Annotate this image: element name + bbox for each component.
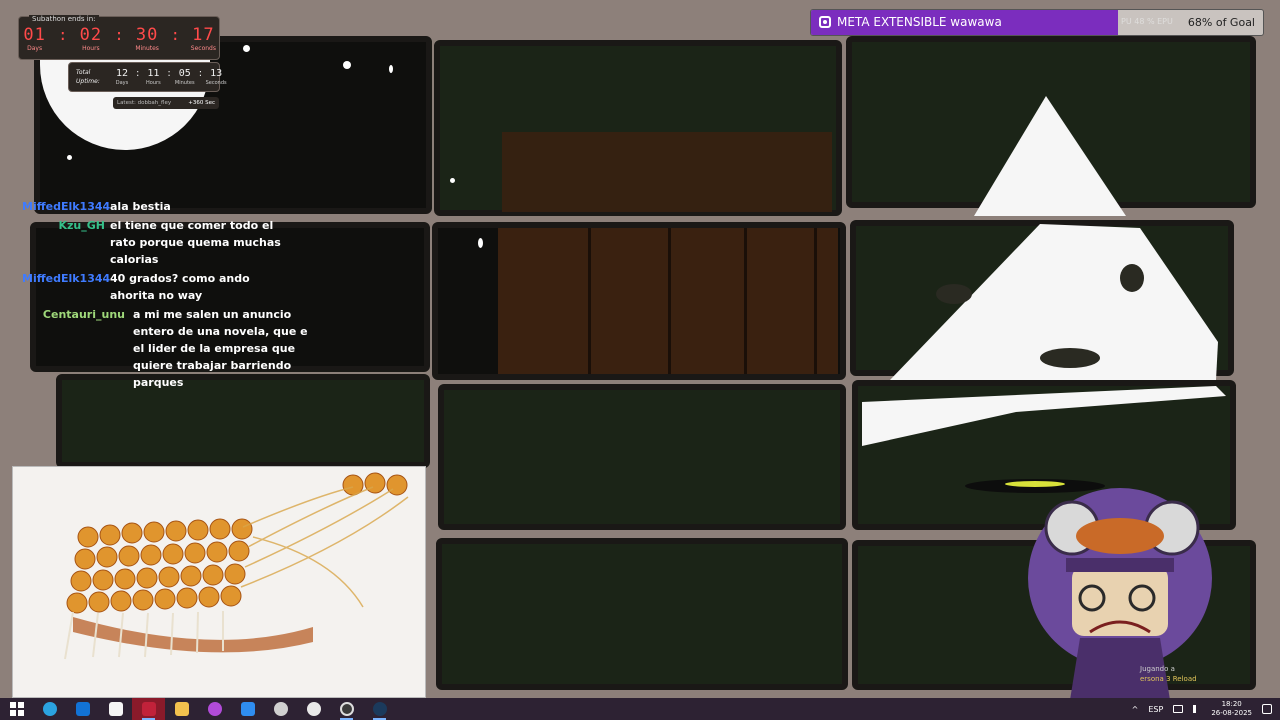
vtuber-avatar — [1028, 488, 1212, 698]
chat-text: a mi me salen un anuncio entero de una n… — [133, 308, 308, 389]
file-explorer-icon[interactable] — [165, 698, 198, 720]
uptime-minutes: 05 — [178, 68, 191, 79]
system-tray: ^ ESP 18:20 26-08-2025 — [1132, 698, 1280, 720]
chat-message: Kzu_GH el tiene que comer todo el rato p… — [22, 217, 312, 268]
comic-panel — [436, 538, 848, 690]
sparkle — [389, 65, 393, 73]
language-indicator[interactable]: ESP — [1148, 705, 1163, 714]
pen-app-icon[interactable] — [231, 698, 264, 720]
latest-text: Latest: dobbah_fley — [117, 100, 172, 106]
sparkle — [243, 45, 250, 52]
ghost-body-shape — [890, 224, 1218, 380]
white-ledge-shape — [862, 386, 1226, 446]
now-playing-tag: Jugando a ersona 3 Reload — [1140, 664, 1197, 684]
store-icon[interactable] — [99, 698, 132, 720]
uptime-days: 12 — [115, 68, 129, 79]
timer-days-label: Days — [27, 45, 43, 52]
timer-minutes: 30 — [135, 25, 159, 45]
sparkle — [450, 178, 455, 183]
red-app-icon[interactable] — [132, 698, 165, 720]
timer-seconds-label: Seconds — [190, 45, 216, 52]
uptime-seconds: 13 — [210, 68, 223, 79]
goal-title: META EXTENSIBLE wawawa — [837, 15, 1002, 29]
uptime-minutes-label: Minutes — [174, 80, 195, 86]
chat-username: MiffedElk1344 — [22, 272, 111, 285]
obs-icon[interactable] — [330, 698, 363, 720]
sparkle — [67, 155, 72, 160]
uptime-widget: Total Uptime: 12 Days : 11 Hours : 05 Minut… — [68, 62, 227, 92]
swirl-app-icon[interactable] — [264, 698, 297, 720]
clock[interactable]: 18:20 26-08-2025 — [1211, 700, 1252, 718]
uptime-hours: 11 — [147, 68, 160, 79]
notifications-icon[interactable] — [1262, 704, 1272, 714]
timer-hours-label: Hours — [82, 45, 100, 52]
timer-minutes-label: Minutes — [135, 45, 159, 52]
ghost-head-shape — [974, 96, 1126, 216]
food-image — [12, 466, 426, 698]
clock-time: 18:20 — [1221, 700, 1242, 708]
chevron-up-icon[interactable]: ^ — [1132, 705, 1139, 714]
latest-seconds: +360 Sec — [188, 100, 215, 106]
chat-username: Centauri_unu — [42, 308, 125, 321]
timer-caption: Subathon ends in: — [29, 15, 99, 23]
caramel-skewers-illustration — [13, 467, 425, 697]
steam-icon[interactable] — [363, 698, 396, 720]
latest-contributor: Latest: dobbah_fley +360 Sec — [113, 97, 219, 109]
heart-box-icon — [819, 16, 831, 28]
clock-date: 26-08-2025 — [1211, 709, 1252, 717]
volume-icon[interactable] — [1193, 705, 1201, 713]
comic-panel — [438, 384, 846, 530]
sparkle — [478, 238, 483, 248]
network-icon[interactable] — [1173, 705, 1184, 713]
chat-text: el tiene que comer todo el rato porque q… — [110, 219, 281, 266]
chat-username: MiffedElk1344 — [22, 200, 111, 213]
chat-overlay: MiffedElk1344 ala bestia Kzu_GH el tiene… — [22, 198, 312, 393]
chat-message: MiffedElk1344 ala bestia — [22, 198, 312, 215]
timer-hours: 02 — [79, 25, 103, 45]
windows-start-icon[interactable] — [0, 698, 33, 720]
subathon-timer: Subathon ends in: 01 Days : 02 Hours : 30 M… — [18, 15, 220, 60]
now-playing-label: Jugando a — [1140, 665, 1175, 673]
uptime-hours-label: Hours — [146, 80, 161, 86]
goal-percent: 68% of Goal — [1187, 16, 1255, 29]
wood-wall — [498, 228, 838, 374]
goal-ghost-text: PU 48 % EPU — [1121, 17, 1173, 26]
uptime-days-label: Days — [115, 80, 129, 86]
timer-seconds: 17 — [192, 25, 215, 45]
chat-text: ala bestia — [110, 200, 171, 213]
chat-message: Centauri_unu a mi me salen un anuncio en… — [22, 306, 312, 391]
chat-text: 40 grados? como ando ahorita no way — [110, 272, 250, 302]
goal-bar: META EXTENSIBLE wawawa PU 48 % EPU 68% o… — [810, 9, 1264, 36]
edge-browser-icon[interactable] — [33, 698, 66, 720]
windows-taskbar: ^ ESP 18:20 26-08-2025 — [0, 698, 1280, 720]
sparkle — [343, 61, 351, 69]
now-playing-game: ersona 3 Reload — [1140, 675, 1197, 683]
chat-username: Kzu_GH — [58, 219, 106, 232]
timer-days: 01 — [23, 25, 46, 45]
uptime-label: Total Uptime: — [76, 69, 100, 85]
chat-message: MiffedElk1344 40 grados? como ando ahori… — [22, 270, 312, 304]
chatgpt-icon[interactable] — [297, 698, 330, 720]
outlook-icon[interactable] — [66, 698, 99, 720]
chat-app-icon[interactable] — [198, 698, 231, 720]
uptime-seconds-label: Seconds — [205, 80, 227, 86]
wood-wall — [502, 132, 832, 212]
